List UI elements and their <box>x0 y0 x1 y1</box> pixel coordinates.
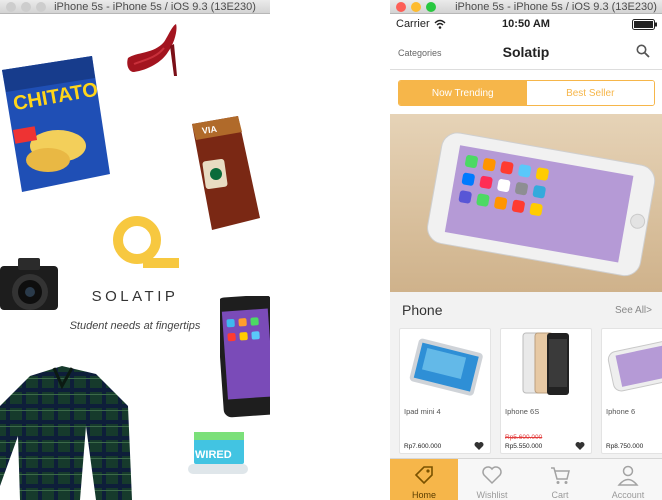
product-card[interactable]: Ipad mini 4 Rp7.600.000 <box>399 328 491 454</box>
status-time: 10:50 AM <box>502 18 550 30</box>
tab-label: Account <box>611 490 645 500</box>
product-price: Rp7.600.000 <box>404 443 442 450</box>
tab-now-trending[interactable]: Now Trending <box>399 81 527 105</box>
nav-bar: Categories Solatip <box>390 34 662 70</box>
tab-cart[interactable]: Cart <box>526 459 594 500</box>
tab-best-seller[interactable]: Best Seller <box>526 81 654 105</box>
search-icon[interactable] <box>636 44 650 58</box>
window-titlebar: iPhone 5s - iPhone 5s / iOS 9.3 (13E230) <box>0 0 270 14</box>
product-card[interactable]: Iphone 6 Rp8.750.000 <box>601 328 662 454</box>
coffee-box-image: VIA <box>192 116 260 230</box>
toothbrush-image: WIRED <box>188 432 248 474</box>
section-header: Phone See All> <box>390 292 662 326</box>
heels-image <box>127 24 177 76</box>
heart-icon[interactable] <box>474 441 484 451</box>
product-price: Rp5.550.000 <box>505 443 543 450</box>
ipad-image <box>402 331 490 397</box>
iphone-6-image <box>604 331 662 397</box>
iphone-6s-image <box>503 331 591 397</box>
iphone-image <box>220 296 270 418</box>
coffee-brand-text: VIA <box>201 124 218 136</box>
tab-label: Cart <box>551 490 569 500</box>
tab-bar: Home Wishlist Cart Account <box>390 458 662 500</box>
simulator-window-right: iPhone 5s - iPhone 5s / iOS 9.3 (13E230)… <box>390 0 662 500</box>
tab-label: Home <box>411 490 436 500</box>
cart-icon <box>551 467 570 484</box>
heart-icon[interactable] <box>575 441 585 451</box>
see-all-link[interactable]: See All> <box>615 305 652 316</box>
heart-icon <box>482 466 502 485</box>
window-title: iPhone 5s - iPhone 5s / iOS 9.3 (13E230) <box>455 1 657 13</box>
product-card[interactable]: Iphone 6S Rp5.600.000 Rp5.550.000 <box>500 328 592 454</box>
window-title: iPhone 5s - iPhone 5s / iOS 9.3 (13E230) <box>54 1 256 13</box>
tab-label: Wishlist <box>476 490 508 500</box>
section-title: Phone <box>402 302 443 318</box>
product-name: Iphone 6 <box>606 407 636 416</box>
product-old-price: Rp5.600.000 <box>505 434 543 441</box>
tab-account[interactable]: Account <box>594 459 662 500</box>
battery-icon <box>632 19 657 30</box>
desktop-gap <box>270 0 390 500</box>
promo-banner[interactable] <box>390 114 662 292</box>
product-name: Iphone 6S <box>505 407 540 416</box>
solatip-logo <box>113 216 179 268</box>
simulator-window-left: iPhone 5s - iPhone 5s / iOS 9.3 (13E230)… <box>0 0 270 500</box>
banner-iphone-image <box>427 132 656 277</box>
status-bar: Carrier 10:50 AM <box>390 14 662 34</box>
tag-icon <box>414 466 433 485</box>
segmented-control: Now Trending Best Seller <box>398 80 655 106</box>
window-titlebar: iPhone 5s - iPhone 5s / iOS 9.3 (13E230) <box>390 0 662 14</box>
tab-wishlist[interactable]: Wishlist <box>458 459 526 500</box>
product-price: Rp8.750.000 <box>606 443 644 450</box>
product-name: Ipad mini 4 <box>404 407 441 416</box>
toothbrush-brand-text: WIRED <box>195 449 232 461</box>
chips-bag-image: CHITATO <box>2 56 110 192</box>
shirt-image <box>0 366 132 500</box>
user-icon <box>617 465 639 486</box>
tab-home[interactable]: Home <box>390 459 458 500</box>
product-list: Ipad mini 4 Rp7.600.000 Iphone 6S Rp5.60… <box>390 326 662 458</box>
app-title: Solatip <box>502 44 550 60</box>
